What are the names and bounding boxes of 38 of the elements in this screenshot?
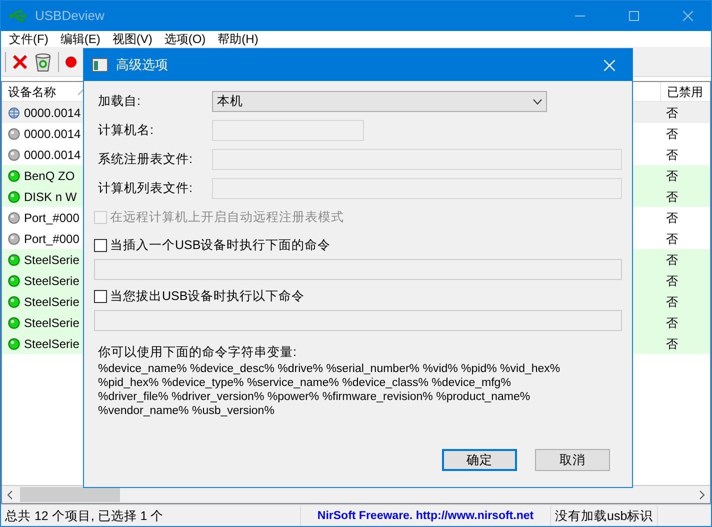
disabled-cell-text: 否: [665, 252, 679, 268]
device-name: SteelSerie: [24, 294, 80, 310]
device-name: 0000.0014: [24, 146, 81, 164]
disabled-cell-text: 否: [665, 104, 679, 122]
status-text: 没有加载usb标识: [551, 506, 658, 526]
disabled-cell-text: 否: [665, 146, 679, 164]
field-label: 计算机列表文件:: [97, 180, 194, 198]
variables-text: %device_name% %device_desc% %drive% %serial_number% %vid% %pid% %vid_hex% %pid_hex% %device_type% %service_name% %device_class% %device_mfg% %driver_file% %driver_version% %power% %firmware_revision% %product_name% %vendor_name% %usb_version%: [97, 362, 562, 418]
device-name: Port_#000: [24, 230, 80, 248]
disabled-cell-text: 否: [665, 336, 679, 352]
status-text: 总共 12 个项目, 已选择 1 个: [1, 506, 301, 526]
dialog-title: 高级选项: [116, 56, 168, 74]
disabled-cell-text: 否: [665, 188, 679, 206]
disabled-cell-text: 否: [665, 294, 679, 310]
checkbox-label: 当您拔出USB设备时执行以下命令: [110, 288, 305, 305]
device-name: SteelSerie: [24, 336, 80, 352]
device-name: SteelSerie: [24, 314, 80, 332]
device-name: Port_#000: [24, 210, 80, 226]
device-name: DISK n W: [24, 188, 77, 206]
disabled-cell-text: 否: [665, 230, 679, 248]
disabled-cell-text: 否: [665, 272, 679, 290]
disabled-cell-text: 否: [665, 314, 679, 332]
device-name: 0000.0014: [24, 104, 81, 122]
disabled-cell-text: 否: [665, 210, 679, 226]
device-name: BenQ ZO: [24, 168, 75, 184]
device-name: SteelSerie: [24, 252, 80, 268]
disabled-cell-text: 否: [665, 126, 679, 142]
device-name: SteelSerie: [24, 272, 80, 290]
window-title: USBDeview: [35, 7, 104, 26]
disabled-cell-text: 否: [665, 168, 679, 184]
checkbox-label: 在远程计算机上开启自动远程注册表模式: [110, 208, 344, 226]
variables-label: 你可以使用下面的命令字符串变量:: [97, 344, 298, 361]
device-name: 0000.0014: [24, 126, 81, 142]
field-label: 系统注册表文件:: [97, 151, 194, 168]
checkbox-label: 当插入一个USB设备时执行下面的命令: [110, 236, 331, 254]
field-label: 计算机名:: [97, 122, 154, 140]
field-label: 加载自:: [97, 93, 142, 110]
column-header-label: 设备名称: [8, 84, 56, 100]
